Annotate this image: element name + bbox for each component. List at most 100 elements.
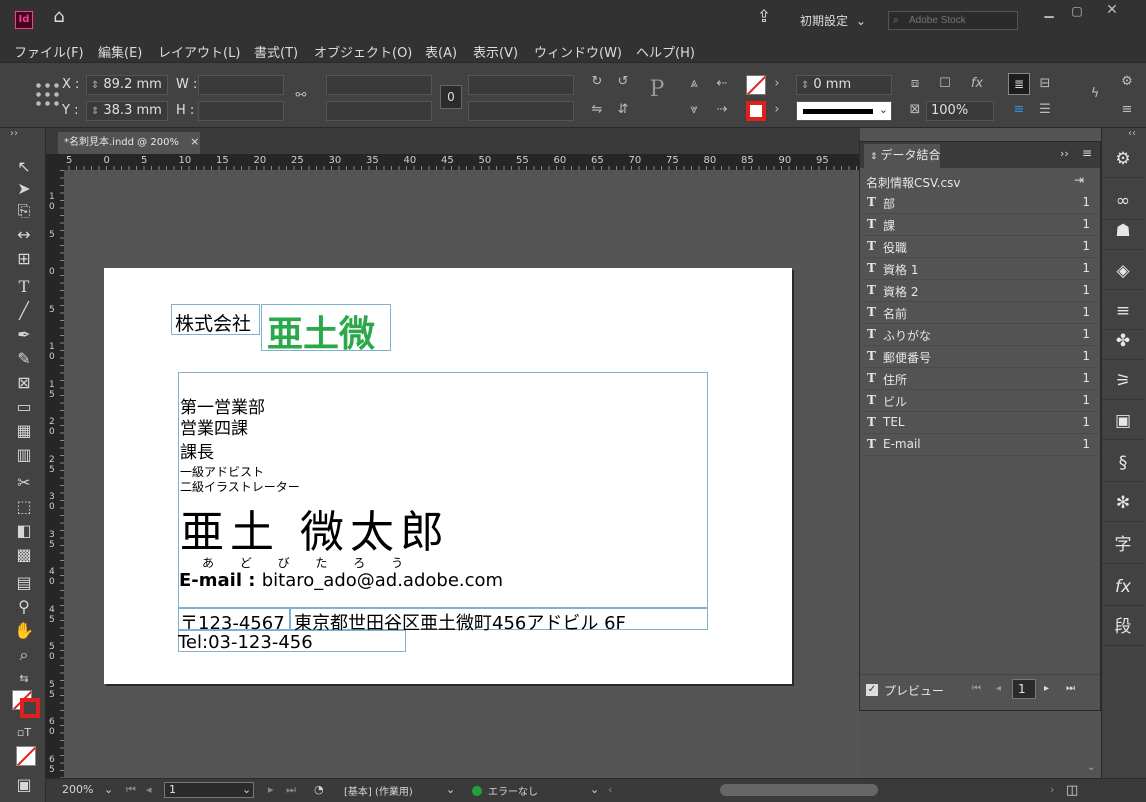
text-wrap-panel-icon[interactable]: ⚞ bbox=[1102, 362, 1144, 400]
flip-horizontal-icon[interactable]: ⇋ bbox=[588, 103, 606, 117]
data-merge-icon[interactable]: ⚙ bbox=[1102, 140, 1144, 178]
menu-view[interactable]: 表示(V) bbox=[473, 42, 518, 61]
stroke-swatch[interactable] bbox=[746, 101, 766, 121]
x-field[interactable]: ⇕ 89.2 mm bbox=[86, 75, 168, 95]
character-styles-icon[interactable]: ✻ bbox=[1102, 484, 1144, 522]
pen-tool-icon[interactable]: ✒ bbox=[10, 324, 38, 346]
previous-record-icon[interactable]: ◂ bbox=[996, 683, 1001, 694]
layers-icon[interactable]: ◈ bbox=[1102, 252, 1144, 290]
maximize-icon[interactable]: ▢ bbox=[1066, 4, 1088, 18]
scale-x-field[interactable] bbox=[326, 75, 432, 95]
formatting-container-icon[interactable]: ▫T bbox=[10, 722, 38, 744]
scissors-tool-icon[interactable]: ✂ bbox=[10, 472, 38, 494]
field-row[interactable]: T ふりがな 1 bbox=[862, 324, 1098, 346]
selection-tool-icon[interactable]: ↖ bbox=[10, 156, 38, 178]
note-tool-icon[interactable]: ▤ bbox=[10, 572, 38, 594]
record-number-field[interactable]: 1 bbox=[1012, 679, 1036, 699]
y-field[interactable]: ⇕ 38.3 mm bbox=[86, 101, 168, 121]
field-row[interactable]: T TEL 1 bbox=[862, 412, 1098, 434]
reference-point-icon[interactable] bbox=[34, 81, 60, 107]
first-record-icon[interactable]: ⏮ bbox=[972, 683, 981, 694]
text-wrap-active-icon[interactable]: ≣ bbox=[1008, 73, 1030, 95]
field-row[interactable]: T部 1 bbox=[862, 192, 1098, 214]
zoom-level[interactable]: 200% bbox=[62, 783, 93, 796]
gear-icon[interactable]: ⚙ bbox=[1118, 75, 1136, 89]
scroll-left-icon[interactable]: ‹ bbox=[608, 783, 612, 796]
menu-file[interactable]: ファイル(F) bbox=[14, 42, 84, 61]
field-row[interactable]: T 住所 1 bbox=[862, 368, 1098, 390]
previous-page-icon[interactable]: ◂ bbox=[146, 783, 152, 796]
field-row[interactable]: T E-mail 1 bbox=[862, 434, 1098, 456]
hand-tool-icon[interactable]: ✋ bbox=[10, 620, 38, 642]
home-icon[interactable]: ⌂ bbox=[48, 8, 70, 26]
w-field[interactable] bbox=[198, 75, 284, 95]
fx-icon[interactable]: fx bbox=[966, 77, 988, 91]
chevron-down-icon[interactable]: ⌄ bbox=[446, 783, 455, 796]
fill-frame-icon[interactable]: ☐ bbox=[936, 77, 954, 91]
chevron-down-icon[interactable]: ⌄ bbox=[104, 783, 113, 796]
preflight-status[interactable]: エラーなし bbox=[488, 783, 538, 798]
gap-tool-icon[interactable]: ↔ bbox=[10, 224, 38, 246]
data-merge-tab[interactable]: ⇕ データ結合 bbox=[864, 144, 941, 168]
scroll-right-icon[interactable]: › bbox=[1050, 783, 1054, 796]
document-page[interactable]: 株式会社 亜土微 第一営業部 営業四課 課長 一級アドビスト 二級イラストレータ… bbox=[104, 268, 792, 684]
close-tab-icon[interactable]: × bbox=[190, 135, 199, 148]
adobe-stock-input[interactable] bbox=[909, 13, 1013, 28]
last-record-icon[interactable]: ⏭ bbox=[1066, 683, 1075, 694]
swatches-icon[interactable]: ✤ bbox=[1102, 322, 1144, 360]
preview-checkbox[interactable]: ✓ bbox=[866, 684, 878, 696]
content-collector-icon[interactable]: ⊞ bbox=[10, 248, 38, 270]
paragraph-icon[interactable]: 段 bbox=[1102, 608, 1144, 646]
rectangle-frame-tool-icon[interactable]: ⊠ bbox=[10, 372, 38, 394]
ruler-origin[interactable] bbox=[46, 154, 64, 170]
reference-p-icon[interactable]: P bbox=[642, 79, 672, 101]
minimize-icon[interactable]: ▁ bbox=[1038, 4, 1060, 18]
split-view-icon[interactable]: ◫ bbox=[1066, 783, 1078, 798]
grid-tool-icon[interactable]: ▥ bbox=[10, 444, 38, 466]
eyedropper-tool-icon[interactable]: ⚲ bbox=[10, 596, 38, 618]
chevron-right-icon[interactable]: › bbox=[770, 77, 784, 91]
wrap-object-icon[interactable]: ≡ bbox=[1008, 103, 1030, 117]
type-tool-icon[interactable]: T bbox=[10, 276, 38, 298]
select-content-icon[interactable]: ⩔ bbox=[686, 103, 702, 117]
cc-libraries-icon[interactable]: ☗ bbox=[1102, 212, 1144, 250]
menu-window[interactable]: ウィンドウ(W) bbox=[534, 42, 622, 61]
shear-field[interactable] bbox=[468, 101, 574, 121]
menu-table[interactable]: 表(A) bbox=[425, 42, 457, 61]
line-tool-icon[interactable]: ╱ bbox=[10, 300, 38, 322]
character-icon[interactable]: 字 bbox=[1102, 526, 1144, 564]
menu-object[interactable]: オブジェクト(O) bbox=[314, 42, 412, 61]
stroke-weight-field[interactable]: ⇕ 0 mm bbox=[796, 75, 892, 95]
effects-icon[interactable]: fx bbox=[1102, 568, 1144, 606]
document-tab[interactable]: *名刺見本.indd @ 200% × bbox=[58, 132, 200, 154]
next-record-icon[interactable]: ▸ bbox=[1044, 683, 1049, 694]
horizontal-scrollbar-thumb[interactable] bbox=[720, 784, 878, 796]
first-page-icon[interactable]: ⏮ bbox=[126, 783, 136, 797]
workspace-switcher[interactable]: 初期設定 ⌄ bbox=[800, 12, 866, 29]
field-row[interactable]: T 資格 1 1 bbox=[862, 258, 1098, 280]
menu-edit[interactable]: 編集(E) bbox=[98, 42, 142, 61]
close-icon[interactable]: ✕ bbox=[1100, 3, 1124, 17]
field-row[interactable]: T 役職 1 bbox=[862, 236, 1098, 258]
create-merged-document-icon[interactable]: ⇥ bbox=[1074, 173, 1084, 187]
collapse-icon[interactable]: ›› bbox=[10, 128, 18, 139]
menu-type[interactable]: 書式(T) bbox=[254, 42, 298, 61]
working-style-label[interactable]: [基本] (作業用) bbox=[344, 783, 413, 798]
frame-fitting-icon[interactable]: ⧈ bbox=[906, 77, 924, 91]
rectangle-tool-icon[interactable]: ▭ bbox=[10, 396, 38, 418]
next-page-icon[interactable]: ▸ bbox=[268, 783, 274, 796]
menu-icon[interactable]: ≡ bbox=[1118, 103, 1136, 117]
rotate-field[interactable] bbox=[468, 75, 574, 95]
apply-none-swatch[interactable] bbox=[16, 746, 36, 766]
link-scale-icon[interactable]: 0 bbox=[440, 85, 462, 109]
opacity-field[interactable]: 100% bbox=[926, 101, 994, 121]
rotate-ccw-icon[interactable]: ↺ bbox=[614, 75, 632, 89]
direct-selection-tool-icon[interactable]: ➤ bbox=[10, 178, 38, 200]
stroke-type-select[interactable]: ⌄ bbox=[796, 101, 892, 121]
select-container-icon[interactable]: ⩓ bbox=[686, 77, 702, 91]
h-field[interactable] bbox=[198, 101, 284, 121]
chevron-down-icon[interactable]: ⌄ bbox=[590, 783, 599, 796]
fill-stroke-swatch[interactable] bbox=[12, 690, 40, 718]
scale-y-field[interactable] bbox=[326, 101, 432, 121]
chevron-right-icon[interactable]: › bbox=[770, 103, 784, 117]
